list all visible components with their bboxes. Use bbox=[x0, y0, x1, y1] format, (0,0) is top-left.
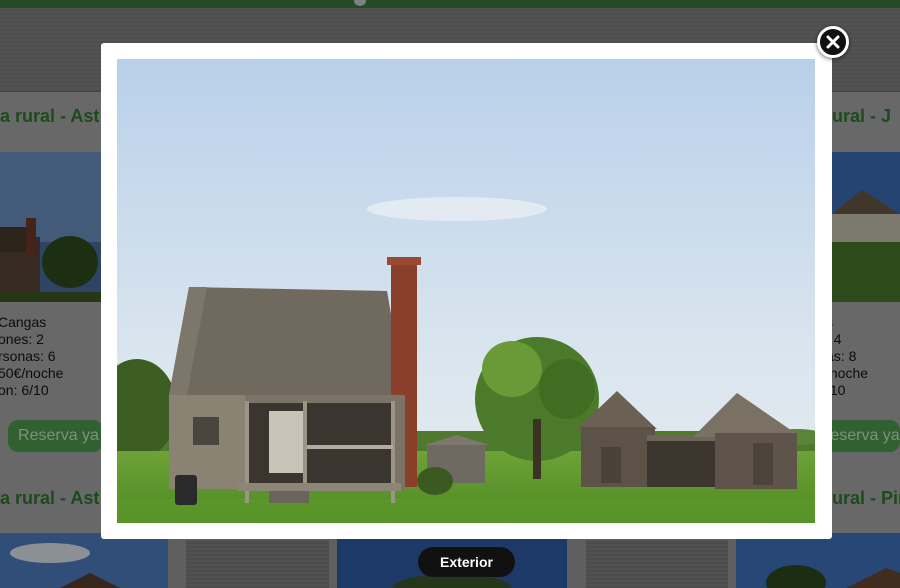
close-icon[interactable] bbox=[817, 26, 849, 58]
close-glyph bbox=[826, 35, 840, 49]
lightbox-photo bbox=[117, 59, 815, 523]
lightbox bbox=[101, 43, 832, 539]
lightbox-caption: Exterior bbox=[418, 547, 515, 577]
